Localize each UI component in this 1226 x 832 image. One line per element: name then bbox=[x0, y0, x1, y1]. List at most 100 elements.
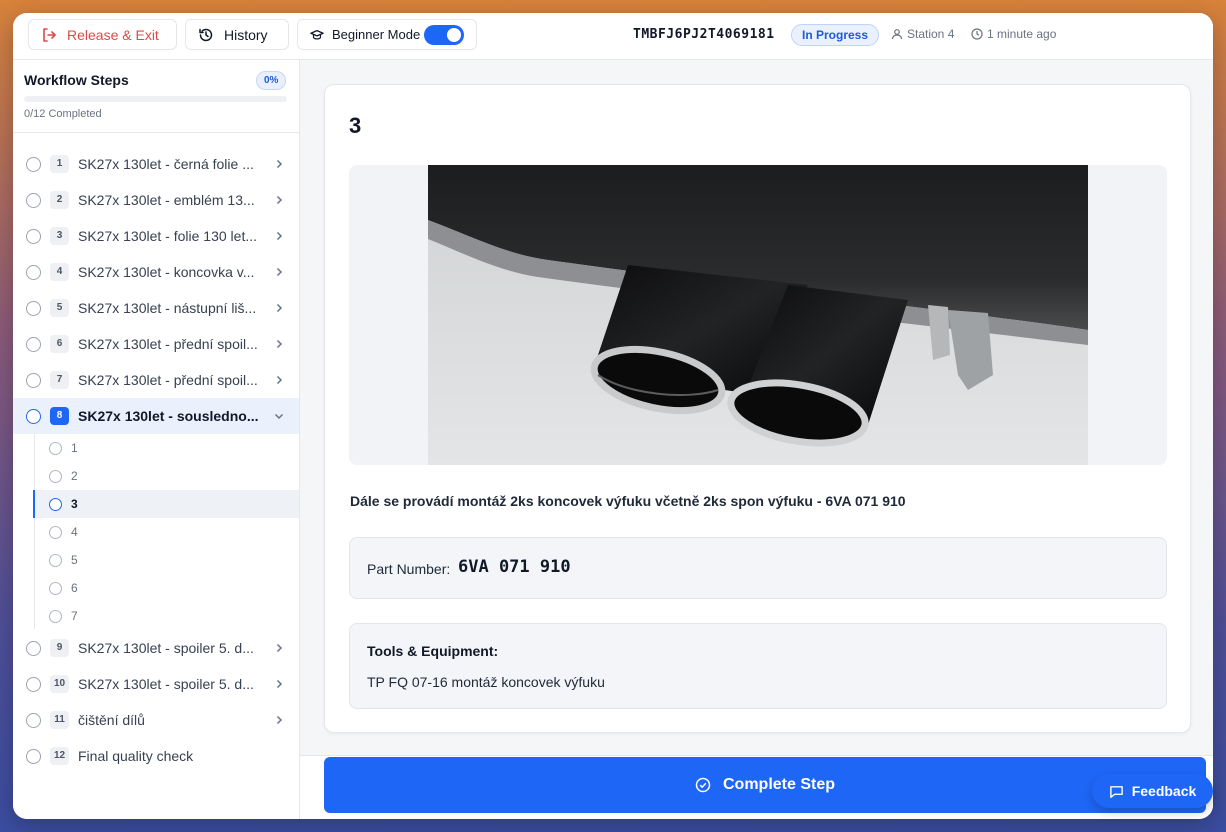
step-number: 5 bbox=[50, 299, 69, 317]
step-image-container bbox=[349, 165, 1167, 465]
exhaust-tips-photo bbox=[428, 165, 1088, 465]
substep-label: 4 bbox=[71, 525, 78, 539]
substep-radio[interactable] bbox=[49, 525, 62, 539]
step-radio[interactable] bbox=[26, 228, 41, 244]
step-radio[interactable] bbox=[26, 336, 41, 352]
substep-item[interactable]: 1 bbox=[33, 434, 299, 462]
substep-label: 1 bbox=[71, 441, 78, 455]
completed-count: 0/12 Completed bbox=[24, 108, 102, 120]
sidebar-header: Workflow Steps 0% 0/12 Completed bbox=[13, 60, 299, 133]
step-number: 3 bbox=[50, 227, 69, 245]
step-label: SK27x 130let - koncovka v... bbox=[78, 264, 255, 280]
station-info: Station 4 bbox=[891, 27, 954, 41]
step-number: 2 bbox=[50, 191, 69, 209]
substep-radio[interactable] bbox=[49, 441, 62, 455]
substep-item[interactable]: 4 bbox=[33, 518, 299, 546]
chevron-right-icon bbox=[276, 339, 283, 349]
step-label: čištění dílů bbox=[78, 712, 145, 728]
step-number: 9 bbox=[50, 639, 69, 657]
substep-radio[interactable] bbox=[49, 469, 62, 483]
step-radio[interactable] bbox=[26, 408, 41, 424]
step-number: 10 bbox=[50, 675, 69, 693]
graduation-cap-icon bbox=[310, 28, 324, 42]
substep-item[interactable]: 2 bbox=[33, 462, 299, 490]
complete-step-label: Complete Step bbox=[722, 776, 835, 793]
step-title: 3 bbox=[349, 113, 362, 138]
substep-label: 6 bbox=[71, 581, 78, 595]
step-item[interactable]: 4 SK27x 130let - koncovka v... bbox=[13, 254, 299, 290]
user-icon bbox=[891, 28, 903, 40]
step-label: SK27x 130let - nástupní liš... bbox=[78, 300, 257, 316]
step-number: 12 bbox=[50, 747, 69, 765]
toggle-knob bbox=[447, 28, 461, 42]
beginner-mode-control: Beginner Mode bbox=[297, 19, 477, 50]
step-radio[interactable] bbox=[26, 300, 41, 316]
step-label: SK27x 130let - spoiler 5. d... bbox=[78, 676, 254, 692]
substep-item-active[interactable]: 3 bbox=[33, 490, 299, 518]
history-label: History bbox=[224, 26, 268, 43]
percent-badge: 0% bbox=[256, 71, 287, 90]
step-radio[interactable] bbox=[26, 192, 41, 208]
chevron-right-icon bbox=[276, 375, 283, 385]
step-label: SK27x 130let - sousledno... bbox=[78, 408, 259, 424]
check-circle-icon bbox=[695, 777, 711, 793]
release-exit-button[interactable]: Release & Exit bbox=[28, 19, 177, 50]
history-icon bbox=[198, 27, 214, 43]
main-content: 3 Dále se provádí montáž 2ks koncovek vý… bbox=[300, 60, 1213, 819]
substep-label: 5 bbox=[71, 553, 78, 567]
tools-equipment-box: Tools & Equipment: TP FQ 07-16 montáž ko… bbox=[349, 623, 1167, 709]
feedback-button[interactable]: Feedback bbox=[1092, 774, 1213, 808]
substep-radio[interactable] bbox=[49, 581, 62, 595]
step-item[interactable]: 5 SK27x 130let - nástupní liš... bbox=[13, 290, 299, 326]
step-item[interactable]: 11 čištění dílů bbox=[13, 702, 299, 738]
step-item[interactable]: 1 SK27x 130let - černá folie ... bbox=[13, 146, 299, 182]
beginner-mode-toggle[interactable] bbox=[424, 25, 464, 45]
step-label: SK27x 130let - folie 130 let... bbox=[78, 228, 257, 244]
step-item[interactable]: 2 SK27x 130let - emblém 13... bbox=[13, 182, 299, 218]
substep-label: 7 bbox=[71, 609, 78, 623]
step-card: 3 Dále se provádí montáž 2ks koncovek vý… bbox=[324, 84, 1191, 733]
step-label: SK27x 130let - černá folie ... bbox=[78, 156, 254, 172]
beginner-mode-label: Beginner Mode bbox=[332, 27, 421, 42]
history-button[interactable]: History bbox=[185, 19, 289, 50]
chevron-right-icon bbox=[276, 159, 283, 169]
step-number: 8 bbox=[50, 407, 69, 425]
step-item[interactable]: 12 Final quality check bbox=[13, 738, 299, 774]
step-number: 1 bbox=[50, 155, 69, 173]
step-item[interactable]: 6 SK27x 130let - přední spoil... bbox=[13, 326, 299, 362]
chevron-right-icon bbox=[276, 267, 283, 277]
step-label: SK27x 130let - přední spoil... bbox=[78, 372, 258, 388]
step-label: SK27x 130let - emblém 13... bbox=[78, 192, 255, 208]
chevron-right-icon bbox=[276, 303, 283, 313]
substep-item[interactable]: 5 bbox=[33, 546, 299, 574]
release-exit-label: Release & Exit bbox=[67, 26, 159, 43]
chevron-right-icon bbox=[276, 195, 283, 205]
step-radio[interactable] bbox=[26, 372, 41, 388]
step-item[interactable]: 10 SK27x 130let - spoiler 5. d... bbox=[13, 666, 299, 702]
step-radio[interactable] bbox=[26, 748, 41, 764]
substep-item[interactable]: 6 bbox=[33, 574, 299, 602]
step-item[interactable]: 9 SK27x 130let - spoiler 5. d... bbox=[13, 630, 299, 666]
substep-radio[interactable] bbox=[49, 553, 62, 567]
substep-item[interactable]: 7 bbox=[33, 602, 299, 630]
sidebar-title: Workflow Steps bbox=[24, 72, 129, 88]
step-radio[interactable] bbox=[26, 640, 41, 656]
step-radio[interactable] bbox=[26, 264, 41, 280]
substep-radio[interactable] bbox=[49, 609, 62, 623]
chevron-right-icon bbox=[276, 715, 283, 725]
step-radio[interactable] bbox=[26, 156, 41, 172]
time-info: 1 minute ago bbox=[971, 27, 1056, 41]
step-radio[interactable] bbox=[26, 676, 41, 692]
step-item[interactable]: 7 SK27x 130let - přední spoil... bbox=[13, 362, 299, 398]
station-label: Station 4 bbox=[907, 27, 955, 41]
substep-label: 2 bbox=[71, 469, 78, 483]
part-number-label: Part Number: bbox=[367, 561, 451, 577]
step-item-active[interactable]: 8 SK27x 130let - sousledno... bbox=[13, 398, 299, 434]
step-radio[interactable] bbox=[26, 712, 41, 728]
progress-bar bbox=[24, 96, 287, 102]
substep-radio[interactable] bbox=[49, 497, 62, 511]
step-item[interactable]: 3 SK27x 130let - folie 130 let... bbox=[13, 218, 299, 254]
vin-number: TMBFJ6PJ2T4069181 bbox=[633, 27, 775, 42]
complete-step-button[interactable]: Complete Step bbox=[324, 757, 1206, 813]
step-number: 7 bbox=[50, 371, 69, 389]
